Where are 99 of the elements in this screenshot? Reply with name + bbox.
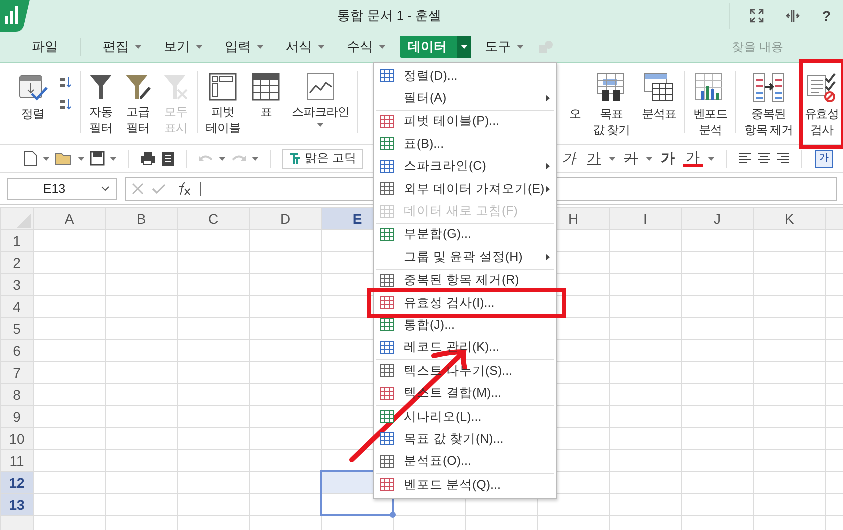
ribbon-button[interactable]: 자동 필터	[83, 67, 119, 142]
caret-icon	[252, 156, 259, 160]
window-title: 통합 문서 1 - 훈셀	[336, 7, 443, 25]
menu-item[interactable]: 도구	[477, 36, 532, 58]
row-header[interactable]: 12	[0, 472, 34, 494]
data-table-icon	[644, 73, 674, 103]
confirm-icon	[152, 182, 166, 194]
ribbon-button[interactable]: 오	[564, 67, 588, 128]
table-icon	[252, 73, 280, 101]
caret-icon	[646, 156, 653, 160]
sort-icon	[18, 73, 48, 103]
row-header[interactable]: 13	[0, 494, 34, 516]
ribbon-button[interactable]: 표	[246, 67, 286, 126]
menu-item[interactable]: 정렬(D)...	[374, 65, 556, 88]
ribbon-button[interactable]: 스파크라인	[286, 67, 356, 133]
column-header[interactable]: C	[178, 208, 250, 230]
format-button[interactable]: 가	[621, 150, 641, 168]
menu-item[interactable]: 편집	[95, 36, 150, 58]
column-header[interactable]: K	[754, 208, 826, 230]
row-header[interactable]: 1	[0, 230, 34, 252]
row-header[interactable]: 2	[0, 252, 34, 274]
menu-item[interactable]: 피벗 테이블(P)...	[374, 110, 556, 134]
menu-item[interactable]: 분석표(O)...	[374, 450, 556, 474]
column-header[interactable]: A	[34, 208, 106, 230]
align-center-icon	[757, 152, 771, 164]
menu-item[interactable]: 보기	[156, 36, 211, 58]
row-header[interactable]: 11	[0, 450, 34, 472]
row-header[interactable]: 7	[0, 362, 34, 384]
row-header[interactable]: 8	[0, 384, 34, 406]
caret-icon	[219, 156, 226, 160]
menu-item[interactable]: 필터(A)	[374, 87, 556, 110]
caret-icon	[43, 156, 50, 160]
menu-item[interactable]: 텍스트 나누기(S)...	[374, 360, 556, 382]
filter-pencil-icon	[125, 73, 151, 101]
menu-item[interactable]: 입력	[217, 36, 272, 58]
open-folder-icon	[55, 152, 73, 166]
print-icon	[140, 151, 156, 166]
shapes-icon	[538, 40, 554, 54]
menu-item[interactable]: 서식	[278, 36, 333, 58]
ribbon-button[interactable]: 정렬	[12, 67, 54, 128]
cell-style-button[interactable]: 가	[815, 150, 833, 168]
menu-item[interactable]: 수식	[339, 36, 394, 58]
sparkline-icon	[306, 73, 335, 101]
menu-item[interactable]: 데이터	[400, 36, 471, 58]
menu-item[interactable]: 시나리오(L)...	[374, 406, 556, 428]
ribbon-button[interactable]: 벤포드 분석	[687, 67, 734, 144]
column-header[interactable]: B	[106, 208, 178, 230]
cancel-icon	[132, 182, 144, 194]
pivot-table-icon	[209, 73, 238, 101]
menu-item[interactable]: 외부 데이터 가져오기(E)	[374, 178, 556, 200]
split-view-icon	[786, 9, 800, 23]
menu-item[interactable]: 레코드 관리(K)...	[374, 336, 556, 360]
caret-icon	[708, 156, 715, 160]
row-header[interactable]: 4	[0, 296, 34, 318]
ribbon-button[interactable]: 분석표	[636, 67, 682, 128]
ribbon-button[interactable]: 피벗 테이블	[200, 67, 246, 142]
preview-icon	[161, 150, 175, 166]
ribbon-button[interactable]: 중복된 항목 제거	[738, 67, 799, 144]
format-button[interactable]: 가	[584, 150, 604, 168]
new-file-icon	[24, 150, 38, 166]
validation-icon	[806, 73, 837, 103]
remove-duplicates-icon	[752, 73, 785, 103]
caret-icon	[110, 156, 117, 160]
menu-item[interactable]: 목표 값 찾기(N)...	[374, 428, 556, 451]
menu-item[interactable]: 유효성 검사(I)...	[367, 288, 566, 318]
filter-clear-icon	[163, 73, 189, 101]
ribbon-button[interactable]: 목표 값 찾기	[587, 67, 636, 144]
row-header[interactable]: 10	[0, 428, 34, 450]
app-logo-icon	[0, 0, 30, 32]
column-header[interactable]: J	[682, 208, 754, 230]
format-button[interactable]: 가	[658, 150, 678, 168]
help-button[interactable]: ?	[822, 8, 831, 24]
column-header[interactable]: D	[250, 208, 322, 230]
search-field[interactable]: 찾을 내용	[726, 40, 843, 54]
filter-icon	[89, 73, 113, 101]
dropdown-caret-icon	[317, 123, 324, 127]
row-header[interactable]: 6	[0, 340, 34, 362]
align-left-icon	[738, 152, 752, 164]
caret-icon	[609, 156, 616, 160]
row-header[interactable]: 5	[0, 318, 34, 340]
name-box[interactable]: E13	[7, 178, 117, 200]
align-right-icon	[776, 152, 790, 164]
ribbon-button[interactable]: 고급 필터	[119, 67, 157, 142]
menu-item[interactable]: 파일	[24, 36, 66, 58]
save-icon	[90, 151, 105, 166]
font-field[interactable]: 맑은 고딕	[282, 148, 364, 168]
format-button[interactable]: 가	[559, 150, 579, 168]
caret-icon	[78, 156, 85, 160]
column-header[interactable]: I	[610, 208, 682, 230]
chevron-down-icon	[101, 186, 110, 192]
font-icon	[289, 152, 301, 164]
fullscreen-icon	[750, 9, 764, 23]
menu-item[interactable]: 그룹 및 윤곽 설정(H)	[374, 246, 556, 269]
menu-item[interactable]: 표(B)...	[374, 133, 556, 156]
format-button[interactable]: 가	[683, 150, 703, 167]
row-header[interactable]: 9	[0, 406, 34, 428]
menu-item[interactable]: 스파크라인(C)	[374, 156, 556, 178]
menu-item[interactable]: 벤포드 분석(Q)...	[374, 474, 556, 496]
row-header[interactable]: 3	[0, 274, 34, 296]
